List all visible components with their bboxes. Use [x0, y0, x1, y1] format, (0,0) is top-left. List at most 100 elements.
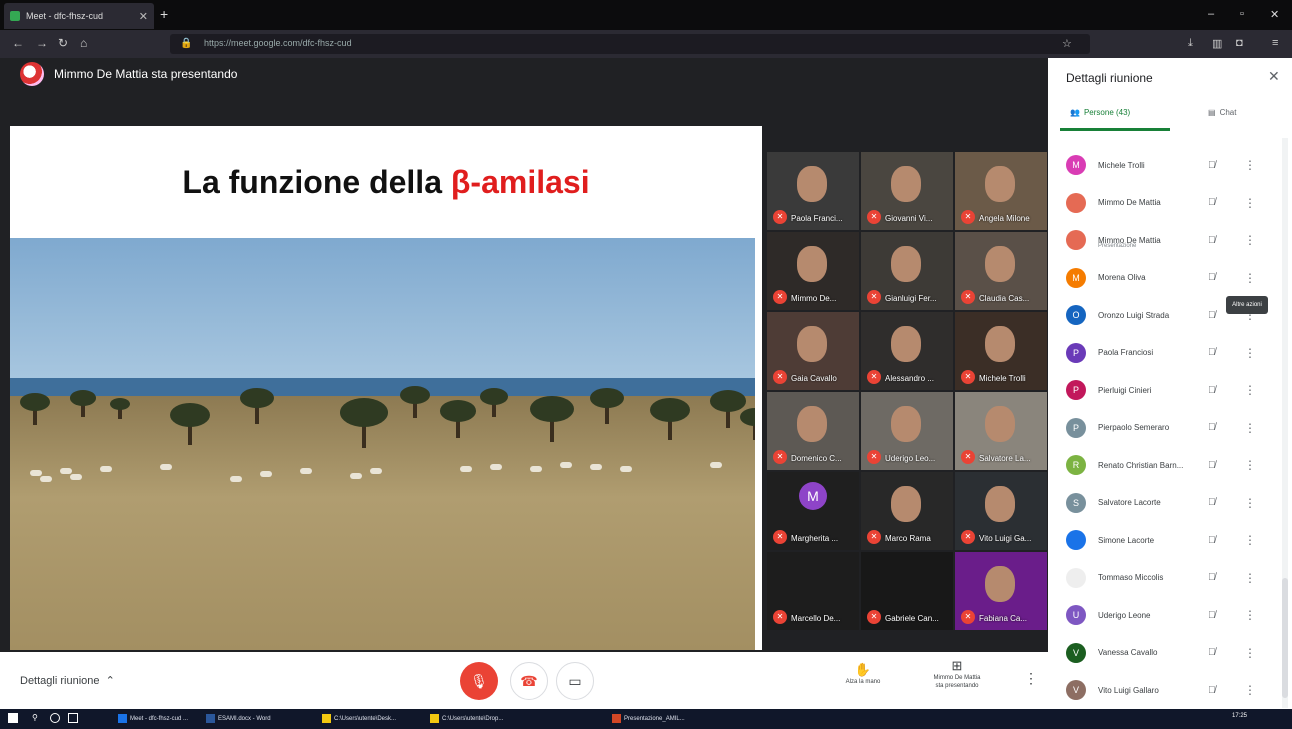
mic-off-icon[interactable]: 🎙̸: [1208, 160, 1216, 171]
close-window-button[interactable]: ✕: [1270, 8, 1279, 21]
more-actions-icon[interactable]: ⋮: [1244, 233, 1256, 247]
participant-tile[interactable]: ✕ Mimmo De...: [767, 232, 859, 310]
browser-tab[interactable]: Meet - dfc-fhsz-cud ✕: [4, 3, 154, 29]
participant-tile[interactable]: ✕ Uderigo Leo...: [861, 392, 953, 470]
participant-tile[interactable]: ✕ Marco Rama: [861, 472, 953, 550]
mic-off-icon[interactable]: 🎙̸: [1208, 460, 1216, 471]
taskbar-app[interactable]: Meet - dfc-fhsz-cud ...: [118, 712, 204, 726]
more-actions-icon[interactable]: ⋮: [1244, 271, 1256, 285]
more-actions-icon[interactable]: ⋮: [1244, 158, 1256, 172]
new-tab-button[interactable]: +: [160, 6, 168, 22]
meeting-details-button[interactable]: Dettagli riunione ⌃: [20, 674, 115, 687]
more-actions-icon[interactable]: ⋮: [1244, 533, 1256, 547]
sheep: [710, 462, 722, 468]
camera-toggle-button[interactable]: ▭: [556, 662, 594, 700]
mic-off-icon[interactable]: 🎙̸: [1208, 497, 1216, 508]
raise-hand-button[interactable]: ✋ Alza la mano: [832, 662, 894, 686]
downloads-icon[interactable]: ⤓: [1188, 37, 1193, 50]
participant-tile[interactable]: ✕ Giovanni Vi...: [861, 152, 953, 230]
taskbar-app[interactable]: Presentazione_AMIL...: [612, 712, 712, 726]
library-icon[interactable]: ▥: [1212, 37, 1222, 50]
participant-tile[interactable]: ✕ Salvatore La...: [955, 392, 1047, 470]
taskbar-app[interactable]: ESAMI.docx - Word: [206, 712, 316, 726]
more-options-icon[interactable]: ⋮: [1024, 670, 1038, 687]
more-actions-icon[interactable]: ⋮: [1244, 683, 1256, 697]
extension-icon[interactable]: ◘: [1236, 37, 1243, 49]
minimize-button[interactable]: –: [1208, 8, 1214, 20]
taskbar-app[interactable]: C:\Users\utente\Drop...: [430, 712, 534, 726]
participant-tile[interactable]: ✕ Gianluigi Fer...: [861, 232, 953, 310]
people-list-item[interactable]: M Morena Oliva 🎙̸ ⋮: [1048, 259, 1280, 297]
participant-tile[interactable]: ✕ Gabriele Can...: [861, 552, 953, 630]
participant-tile[interactable]: ✕ Gaia Cavallo: [767, 312, 859, 390]
people-list-item[interactable]: V Vanessa Cavallo 🎙̸ ⋮: [1048, 634, 1280, 672]
more-actions-icon[interactable]: ⋮: [1244, 196, 1256, 210]
people-list-item[interactable]: U Uderigo Leone 🎙̸ ⋮: [1048, 596, 1280, 634]
participant-tile[interactable]: ✕ Marcello De...: [767, 552, 859, 630]
people-list-item[interactable]: Mimmo De Mattia Presentazione 🎙̸ ⋮: [1048, 221, 1280, 259]
participant-tile[interactable]: M ✕ Margherita ...: [767, 472, 859, 550]
mic-off-icon[interactable]: 🎙̸: [1208, 235, 1216, 246]
mic-off-icon[interactable]: 🎙̸: [1208, 572, 1216, 583]
more-actions-icon[interactable]: ⋮: [1244, 646, 1256, 660]
url-bar[interactable]: 🔒 https://meet.google.com/dfc-fhsz-cud: [170, 34, 1090, 54]
participant-tile[interactable]: ✕ Vito Luigi Ga...: [955, 472, 1047, 550]
cortana-icon[interactable]: [50, 713, 60, 723]
forward-icon[interactable]: →: [36, 36, 48, 50]
maximize-button[interactable]: ▫: [1240, 8, 1244, 20]
mic-off-icon[interactable]: 🎙̸: [1208, 310, 1216, 321]
tab-chat[interactable]: ▤ Chat: [1208, 108, 1236, 117]
person-name: Morena Oliva: [1098, 273, 1146, 282]
more-actions-icon[interactable]: ⋮: [1244, 496, 1256, 510]
bookmark-star-icon[interactable]: ☆: [1062, 37, 1072, 50]
mic-off-icon[interactable]: 🎙̸: [1208, 347, 1216, 358]
mic-off-icon[interactable]: 🎙̸: [1208, 610, 1216, 621]
home-icon[interactable]: ⌂: [80, 36, 87, 50]
participant-tile[interactable]: ✕ Michele Trolli: [955, 312, 1047, 390]
people-list-item[interactable]: V Vito Luigi Gallaro 🎙̸ ⋮: [1048, 671, 1280, 708]
people-list-item[interactable]: P Pierpaolo Semeraro 🎙̸ ⋮: [1048, 409, 1280, 447]
search-icon[interactable]: ⚲: [32, 713, 42, 723]
people-list-item[interactable]: P Paola Franciosi 🎙̸ ⋮: [1048, 334, 1280, 372]
tab-people[interactable]: 👥 Persone (43): [1070, 108, 1130, 117]
menu-icon[interactable]: ≡: [1272, 37, 1278, 49]
participant-tile[interactable]: ✕ Paola Franci...: [767, 152, 859, 230]
reload-icon[interactable]: ↻: [58, 36, 68, 50]
mic-toggle-button[interactable]: 🎙: [460, 662, 498, 700]
taskbar-app[interactable]: C:\Users\utente\Desk...: [322, 712, 426, 726]
close-tab-icon[interactable]: ✕: [139, 10, 148, 23]
people-list-item[interactable]: Simone Lacorte 🎙̸ ⋮: [1048, 521, 1280, 559]
mic-off-icon[interactable]: 🎙̸: [1208, 535, 1216, 546]
people-list-item[interactable]: Tommaso Miccolis 🎙̸ ⋮: [1048, 559, 1280, 597]
close-panel-icon[interactable]: ✕: [1268, 68, 1280, 85]
scrollbar-thumb[interactable]: [1282, 578, 1288, 698]
mic-off-icon[interactable]: 🎙̸: [1208, 647, 1216, 658]
people-scrollbar[interactable]: [1282, 138, 1288, 708]
participant-tile[interactable]: ✕ Domenico C...: [767, 392, 859, 470]
people-list-item[interactable]: P Pierluigi Cinieri 🎙̸ ⋮: [1048, 371, 1280, 409]
mic-off-icon[interactable]: 🎙̸: [1208, 197, 1216, 208]
people-list-item[interactable]: S Salvatore Lacorte 🎙̸ ⋮: [1048, 484, 1280, 522]
participant-tile[interactable]: ✕ Angela Milone: [955, 152, 1047, 230]
people-list-item[interactable]: R Renato Christian Barn... 🎙̸ ⋮: [1048, 446, 1280, 484]
mic-off-icon[interactable]: 🎙̸: [1208, 685, 1216, 696]
mic-off-icon[interactable]: 🎙̸: [1208, 385, 1216, 396]
more-actions-icon[interactable]: ⋮: [1244, 458, 1256, 472]
participant-tile[interactable]: ✕ Fabiana Ca...: [955, 552, 1047, 630]
task-view-icon[interactable]: [68, 713, 78, 723]
people-list-item[interactable]: Mimmo De Mattia 🎙̸ ⋮: [1048, 184, 1280, 222]
more-actions-icon[interactable]: ⋮: [1244, 608, 1256, 622]
people-list-item[interactable]: M Michele Trolli 🎙̸ ⋮: [1048, 146, 1280, 184]
back-icon[interactable]: ←: [12, 36, 24, 50]
more-actions-icon[interactable]: ⋮: [1244, 383, 1256, 397]
windows-start-icon[interactable]: [8, 713, 18, 723]
more-actions-icon[interactable]: ⋮: [1244, 346, 1256, 360]
more-actions-icon[interactable]: ⋮: [1244, 571, 1256, 585]
participant-tile[interactable]: ✕ Alessandro ...: [861, 312, 953, 390]
hang-up-button[interactable]: ☎: [510, 662, 548, 700]
more-actions-icon[interactable]: ⋮: [1244, 421, 1256, 435]
mic-off-icon[interactable]: 🎙̸: [1208, 272, 1216, 283]
participant-tile[interactable]: ✕ Claudia Cas...: [955, 232, 1047, 310]
presenting-button[interactable]: ⊞ Mimmo De Mattia sta presentando: [916, 658, 998, 690]
mic-off-icon[interactable]: 🎙̸: [1208, 422, 1216, 433]
